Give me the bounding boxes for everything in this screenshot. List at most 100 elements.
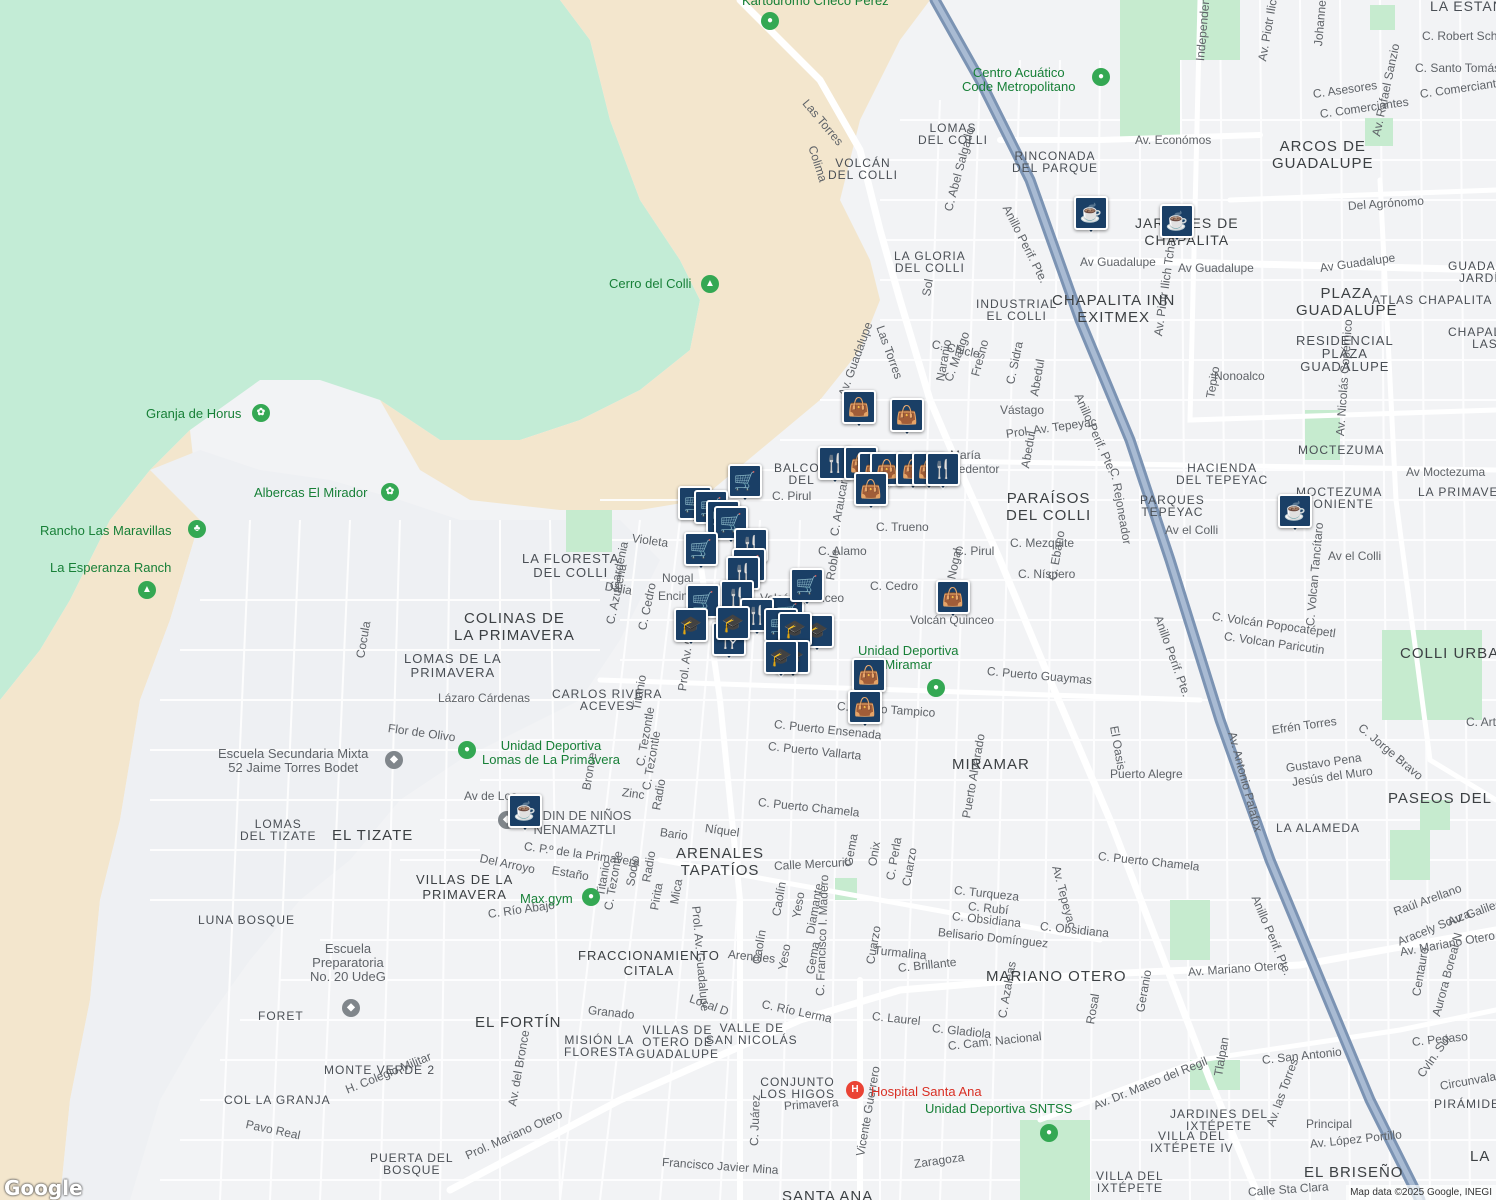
stadium-icon: ●: [1040, 1124, 1058, 1142]
neighborhood-label: LOMAS DEL COLLI: [918, 121, 988, 147]
marker-cafe[interactable]: ☕: [508, 794, 542, 834]
marker-shopping[interactable]: 👜: [936, 580, 970, 620]
poi-label: Hospital Santa Ana: [871, 1084, 982, 1099]
marker-cafe[interactable]: ☕: [1160, 204, 1194, 244]
road-label: Av. Económos: [1135, 133, 1212, 147]
marker-grocery[interactable]: 🛒: [728, 464, 762, 504]
neighborhood-label: RESIDENCIAL PLAZA GUADALUPE: [1296, 333, 1394, 374]
road-label: C. Artur: [1466, 715, 1496, 729]
district-label: MARIANO OTERO: [986, 968, 1127, 985]
marker-shopping[interactable]: 👜: [890, 398, 924, 438]
coffee-cup-icon: ☕: [508, 794, 542, 828]
marker-school[interactable]: 🎓: [764, 640, 798, 680]
district-label: ARCOS DE GUADALUPE: [1272, 138, 1374, 172]
swimming-icon: ●: [1092, 68, 1110, 86]
marker-grocery[interactable]: 🛒: [790, 568, 824, 608]
shopping-cart-icon: 🛒: [684, 532, 718, 566]
road-label: Lázaro Cárdenas: [438, 691, 531, 705]
poi-label: La Esperanza Ranch: [50, 560, 172, 575]
road-label: C. Alamo: [818, 544, 867, 558]
neighborhood-label: PARQUES TEPEYAC: [1140, 493, 1205, 519]
poi-label: Centro Acuático Code Metropolitano: [962, 65, 1076, 94]
poi-label: Rancho Las Maravillas: [40, 523, 172, 538]
tree-icon: ♣: [188, 520, 206, 538]
neighborhood-label: LA ESTANC: [1430, 0, 1496, 14]
poi-label: Albercas El Mirador: [254, 485, 368, 500]
neighborhood-label: LA ALAMEDA: [1276, 821, 1361, 835]
google-logo: Google: [4, 1176, 83, 1200]
stadium-icon: ●: [927, 679, 945, 697]
road-label: C. Santo Tomás: [1415, 61, 1496, 75]
road-label: Sol: [919, 277, 936, 298]
marker-cafe[interactable]: ☕: [1074, 196, 1108, 236]
neighborhood-label: VOLCÁN DEL COLLI: [828, 156, 898, 182]
road-label: C. Juárez: [747, 1094, 763, 1147]
district-label: PLAZA GUADALUPE: [1296, 285, 1398, 319]
neighborhood-label: VILLA DEL IXTÉPETE IV: [1150, 1129, 1234, 1155]
shopping-bag-icon: 👜: [852, 658, 886, 692]
marker-shopping[interactable]: 👜: [854, 472, 888, 512]
neighborhood-label: CARLOS RIVERA ACEVES: [552, 687, 663, 713]
flower-icon: ✿: [381, 483, 399, 501]
poi-label: Cerro del Colli: [609, 276, 692, 291]
mountain-icon: ▲: [701, 275, 719, 293]
road-label: C. Cedro: [870, 579, 919, 593]
shopping-bag-icon: 👜: [936, 580, 970, 614]
shopping-bag-icon: 👜: [890, 398, 924, 432]
shopping-cart-icon: 🛒: [790, 568, 824, 602]
poi-label: Unidad Deportiva SNTSS: [925, 1101, 1073, 1116]
hospital-icon: H: [846, 1081, 864, 1099]
graduation-cap-icon: 🎓: [674, 608, 708, 642]
marker-school[interactable]: 🎓: [674, 608, 708, 648]
neighborhood-label: MISIÓN LA FLORESTA: [564, 1033, 635, 1059]
map-attribution[interactable]: Map data ©2025 Google, INEGI: [1346, 1185, 1496, 1200]
neighborhood-label: CONJUNTO LOS HIGOS: [760, 1075, 836, 1101]
neighborhood-label: PIRÁMIDES: [1434, 1097, 1496, 1111]
map-canvas[interactable]: Las Torres Colima Anillo Perif. Pte. Ani…: [0, 0, 1496, 1200]
marker-cafe[interactable]: ☕: [1278, 494, 1312, 534]
neighborhood-label: HACIENDA DEL TEPEYAC: [1176, 461, 1269, 487]
district-label: COLINAS DE LA PRIMAVERA: [454, 610, 575, 644]
neighborhood-label: LA PRIMAVERA: [1418, 485, 1496, 499]
racetrack-icon: ●: [761, 12, 779, 30]
graduation-cap-icon: 🎓: [716, 606, 750, 640]
school-icon: ◆: [385, 751, 403, 769]
neighborhood-label: MONTE VERDE 2: [324, 1063, 436, 1077]
neighborhood-label: LA GLORIA DEL COLLI: [894, 249, 966, 275]
gym-icon: ●: [582, 888, 600, 906]
neighborhood-label: MOCTEZUMA: [1298, 443, 1385, 457]
neighborhood-label: FORET: [258, 1009, 304, 1023]
road-label: Puerto Alegre: [1110, 767, 1183, 781]
district-label: EL TIZATE: [332, 827, 414, 844]
road-label: Bario: [659, 825, 689, 843]
road-label: C. Pirul: [772, 489, 812, 503]
neighborhood-label: RINCONADA DEL PARQUE: [1012, 149, 1099, 175]
district-label: SANTA ANA: [782, 1188, 874, 1200]
coffee-cup-icon: ☕: [1160, 204, 1194, 238]
district-label: FRACCIONAMIENTO CITALA: [578, 948, 720, 978]
coffee-cup-icon: ☕: [1278, 494, 1312, 528]
road-label: Vástago: [1000, 403, 1045, 417]
road-label: Av el Colli: [1328, 549, 1382, 563]
neighborhood-label: VILLA DEL IXTÉPETE: [1096, 1169, 1164, 1195]
marker-shopping[interactable]: 👜: [842, 390, 876, 430]
neighborhood-label: LOMAS DE LA PRIMAVERA: [404, 651, 502, 680]
district-label: PASEOS DEL: [1388, 790, 1492, 807]
neighborhood-label: GUADALAJ JARDÍN: [1448, 259, 1496, 285]
neighborhood-label: LOMAS DEL TIZATE: [240, 817, 317, 843]
poi-label: Unidad Deportiva Lomas de La Primavera: [482, 738, 621, 767]
neighborhood-label: INDUSTRIAL EL COLLI: [976, 297, 1058, 323]
shopping-bag-icon: 👜: [842, 390, 876, 424]
marker-restaurant[interactable]: 🍴: [926, 452, 960, 492]
district-label: COLLI URBA: [1400, 645, 1496, 662]
district-label: EL BRISEÑO: [1304, 1164, 1404, 1181]
road-label: Av el Colli: [1165, 523, 1219, 537]
marker-grocery[interactable]: 🛒: [684, 532, 718, 572]
road-label: C. Robert Schu: [1422, 29, 1496, 43]
school-icon: ◆: [342, 999, 360, 1017]
marker-school[interactable]: 🎓: [716, 606, 750, 646]
marker-shopping[interactable]: 👜: [848, 690, 882, 730]
district-label: VILLAS DE LA PRIMAVERA: [416, 872, 514, 902]
coffee-cup-icon: ☕: [1074, 196, 1108, 230]
neighborhood-label: LA FLORESTA DEL COLLI: [522, 551, 620, 580]
